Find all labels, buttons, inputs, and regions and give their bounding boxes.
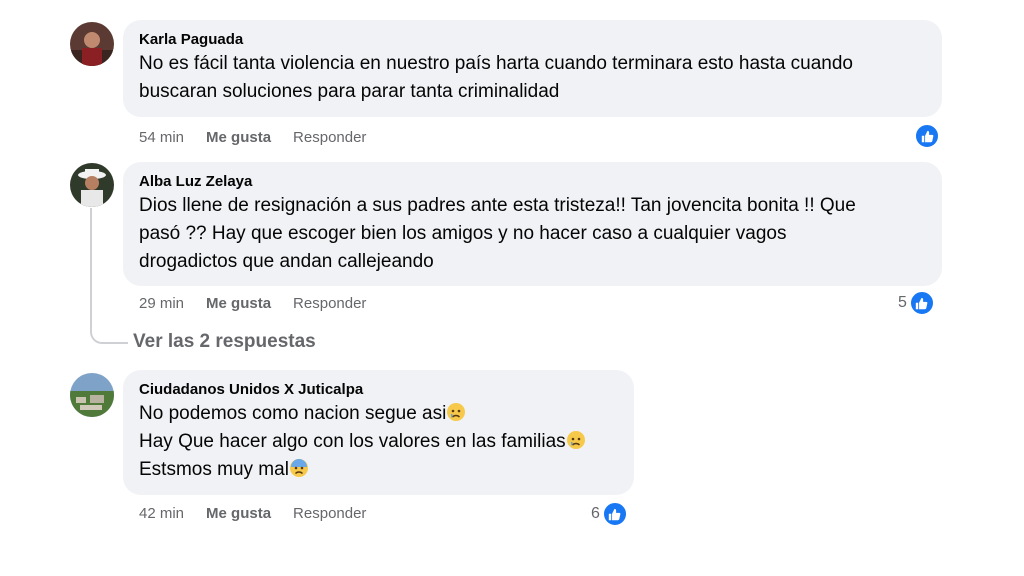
comment-author[interactable]: Ciudadanos Unidos X Juticalpa [139, 380, 618, 400]
comment-bubble: Alba Luz Zelaya Dios llene de resignació… [123, 162, 942, 286]
comment-text: Estsmos muy mal [139, 459, 289, 480]
comment-text-line: buscaran soluciones para parar tanta cri… [139, 81, 560, 102]
comment-text: No podemos como nacion segue asi [139, 403, 447, 424]
timestamp[interactable]: 54 min [139, 129, 184, 146]
sad-face-emoji [566, 431, 585, 449]
like-button[interactable]: Me gusta [206, 129, 271, 146]
like-button[interactable]: Me gusta [206, 295, 271, 312]
comment-text-line: No es fácil tanta violencia en nuestro p… [139, 53, 853, 74]
comment-author[interactable]: Alba Luz Zelaya [139, 172, 926, 192]
comment-text-line: drogadictos que andan callejeando [139, 251, 434, 272]
comment-text-line: pasó ?? Hay que escoger bien los amigos … [139, 223, 787, 244]
reply-button[interactable]: Responder [293, 505, 366, 522]
anxious-face-emoji [289, 459, 308, 477]
comment-actions: 29 min Me gusta Responder [139, 295, 366, 312]
comment-text-line: Dios llene de resignación a sus padres a… [139, 195, 856, 216]
avatar[interactable] [70, 163, 114, 207]
like-icon [914, 123, 940, 149]
avatar[interactable] [70, 373, 114, 417]
reaction-summary[interactable]: 5 [898, 290, 935, 316]
reply-button[interactable]: Responder [293, 129, 366, 146]
comment-text-line: Hay Que hacer algo con los valores en la… [139, 428, 618, 456]
timestamp[interactable]: 42 min [139, 505, 184, 522]
comment-author[interactable]: Karla Paguada [139, 30, 926, 50]
comment-bubble: Karla Paguada No es fácil tanta violenci… [123, 20, 942, 117]
comment-text: Hay Que hacer algo con los valores en la… [139, 431, 566, 452]
comment-bubble: Ciudadanos Unidos X Juticalpa No podemos… [123, 370, 634, 495]
timestamp[interactable]: 29 min [139, 295, 184, 312]
reaction-summary[interactable] [914, 123, 940, 149]
comment-text-line: No podemos como nacion segue asi [139, 400, 618, 428]
reply-button[interactable]: Responder [293, 295, 366, 312]
sad-face-emoji [447, 403, 466, 421]
reaction-summary[interactable]: 6 [591, 501, 628, 527]
like-icon [601, 501, 628, 527]
comment-actions: 54 min Me gusta Responder [139, 129, 366, 146]
like-button[interactable]: Me gusta [206, 505, 271, 522]
reaction-count: 5 [898, 294, 907, 311]
reaction-count: 6 [591, 505, 600, 522]
comment-actions: 42 min Me gusta Responder [139, 505, 366, 522]
view-replies-link[interactable]: Ver las 2 respuestas [133, 331, 316, 353]
like-icon [908, 290, 935, 316]
avatar[interactable] [70, 22, 114, 66]
comment-text-line: Estsmos muy mal [139, 456, 618, 484]
